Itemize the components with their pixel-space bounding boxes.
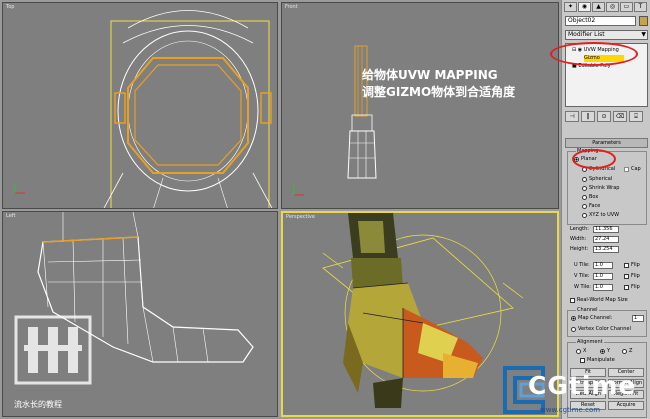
radio-align-y-dot	[600, 349, 605, 354]
real-world-map-size-checkbox[interactable]: Real-World Map Size	[570, 297, 628, 304]
cgtime-url: www.cgtime.com	[540, 406, 601, 414]
radio-spherical-dot	[582, 177, 587, 182]
radio-box[interactable]: Box	[582, 194, 598, 201]
radio-shrink-wrap[interactable]: Shrink Wrap	[582, 185, 619, 192]
show-end-result-button[interactable]: ‖	[581, 111, 595, 122]
make-unique-button[interactable]: ⊙	[597, 111, 611, 122]
radio-align-x[interactable]: X	[576, 348, 586, 355]
radio-map-channel[interactable]: Map Channel:	[571, 315, 612, 322]
pin-stack-button[interactable]: ⊣	[565, 111, 579, 122]
v-tile-input[interactable]: 1.0	[593, 273, 613, 280]
front-wireframe	[293, 45, 377, 196]
instruction-annotation: 给物体UVW MAPPING 调整GIZMO物体到合适角度	[362, 67, 515, 101]
remove-modifier-button[interactable]: ⌫	[613, 111, 627, 122]
radio-xyz-to-uvw-dot	[582, 213, 587, 218]
height-label: Height:	[570, 246, 589, 252]
command-panel-tabs: ✦ ◉ ▲ ◎ ▭ T	[564, 2, 647, 12]
object-color-swatch[interactable]	[639, 16, 648, 26]
parameters-rollout-header[interactable]: Parameters	[565, 138, 648, 148]
v-flip-checkbox[interactable]: Flip	[624, 273, 640, 280]
display-tab[interactable]: ▭	[620, 2, 633, 12]
radio-face-dot	[582, 204, 587, 209]
u-flip-label: Flip	[631, 262, 640, 268]
radio-align-y-label: Y	[607, 348, 611, 354]
radio-align-z[interactable]: Z	[622, 348, 632, 355]
radio-align-y[interactable]: Y	[600, 348, 610, 355]
annotation-line-2: 调整GIZMO物体到合适角度	[362, 85, 516, 99]
chevron-down-icon: ▼	[641, 31, 646, 38]
watermark-text: 流水长的教程	[14, 400, 62, 409]
w-flip-label: Flip	[631, 284, 640, 290]
v-flip-label: Flip	[631, 273, 640, 279]
command-panel: ✦ ◉ ▲ ◎ ▭ T Object02 Modifier List ▼ ⊟ ◉…	[550, 0, 650, 419]
radio-xyz-to-uvw-label: XYZ to UVW	[589, 212, 620, 218]
w-flip-box	[624, 285, 629, 290]
radio-box-dot	[582, 195, 587, 200]
length-label: Length:	[570, 226, 589, 232]
checkbox-cap[interactable]: Cap	[624, 166, 641, 173]
cgtime-logo-text: CGtime	[528, 371, 637, 400]
u-flip-box	[624, 263, 629, 268]
radio-xyz-to-uvw[interactable]: XYZ to UVW	[582, 212, 619, 219]
radio-spherical-label: Spherical	[589, 176, 613, 182]
hierarchy-tab[interactable]: ▲	[592, 2, 605, 12]
radio-map-channel-label: Map Channel:	[578, 315, 613, 321]
length-input[interactable]: 11.356	[593, 226, 619, 233]
radio-shrink-wrap-label: Shrink Wrap	[589, 185, 620, 191]
real-world-map-size-label: Real-World Map Size	[577, 297, 628, 303]
height-input[interactable]: 13.254	[593, 246, 619, 253]
w-flip-checkbox[interactable]: Flip	[624, 284, 640, 291]
watermark-logo	[14, 315, 92, 385]
acquire-button[interactable]: Acquire	[608, 401, 644, 410]
radio-align-z-label: Z	[629, 348, 633, 354]
w-tile-label: W Tile:	[574, 284, 591, 290]
width-label: Width:	[570, 236, 587, 242]
radio-face[interactable]: Face	[582, 203, 600, 210]
radio-spherical[interactable]: Spherical	[582, 176, 612, 183]
radio-vertex-color-channel[interactable]: Vertex Color Channel	[571, 326, 631, 333]
manipulate-box	[580, 358, 585, 363]
radio-align-z-dot	[622, 349, 627, 354]
modifier-list-label: Modifier List	[568, 31, 605, 38]
viewport-left[interactable]: Left	[2, 211, 278, 417]
checkbox-cap-label: Cap	[631, 166, 641, 172]
alignment-group-title: Alignment	[576, 339, 604, 345]
radio-face-label: Face	[589, 203, 601, 209]
u-flip-checkbox[interactable]: Flip	[624, 262, 640, 269]
radio-vertex-color-label: Vertex Color Channel	[578, 326, 631, 332]
u-tile-input[interactable]: 1.0	[593, 262, 613, 269]
radio-align-x-label: X	[583, 348, 587, 354]
annotation-line-1: 给物体UVW MAPPING	[362, 68, 498, 82]
top-wireframe	[14, 10, 273, 208]
manipulate-label: Manipulate	[587, 357, 615, 363]
configure-sets-button[interactable]: ⌹	[629, 111, 643, 122]
modifier-list-dropdown[interactable]: Modifier List ▼	[565, 30, 648, 40]
highlight-circle-gizmo	[550, 42, 638, 66]
checkbox-cap-box	[624, 167, 629, 172]
width-input[interactable]: 27.24	[593, 236, 619, 243]
v-flip-box	[624, 274, 629, 279]
channel-group-title: Channel	[576, 307, 599, 313]
real-world-map-size-box	[570, 298, 575, 303]
create-tab[interactable]: ✦	[564, 2, 577, 12]
manipulate-checkbox[interactable]: Manipulate	[580, 357, 615, 364]
highlight-circle-planar	[572, 149, 616, 169]
motion-tab[interactable]: ◎	[606, 2, 619, 12]
v-tile-label: V Tile:	[574, 273, 590, 279]
w-tile-input[interactable]: 1.0	[593, 284, 613, 291]
modify-tab[interactable]: ◉	[578, 2, 591, 12]
radio-shrink-wrap-dot	[582, 186, 587, 191]
utilities-tab[interactable]: T	[634, 2, 647, 12]
object-name-field[interactable]: Object02	[565, 16, 636, 26]
u-tile-label: U Tile:	[574, 262, 590, 268]
viewport-front[interactable]: Front 给物体UVW MAPPING 调整GIZMO物体到合适角度	[281, 2, 559, 209]
radio-box-label: Box	[589, 194, 599, 200]
radio-map-channel-dot	[571, 316, 576, 321]
radio-align-x-dot	[576, 349, 581, 354]
map-channel-input[interactable]: 1	[632, 315, 644, 322]
viewport-top[interactable]: Top	[2, 2, 278, 209]
radio-vertex-color-dot	[571, 327, 576, 332]
stack-toolbar: ⊣ ‖ ⊙ ⌫ ⌹	[565, 111, 643, 122]
